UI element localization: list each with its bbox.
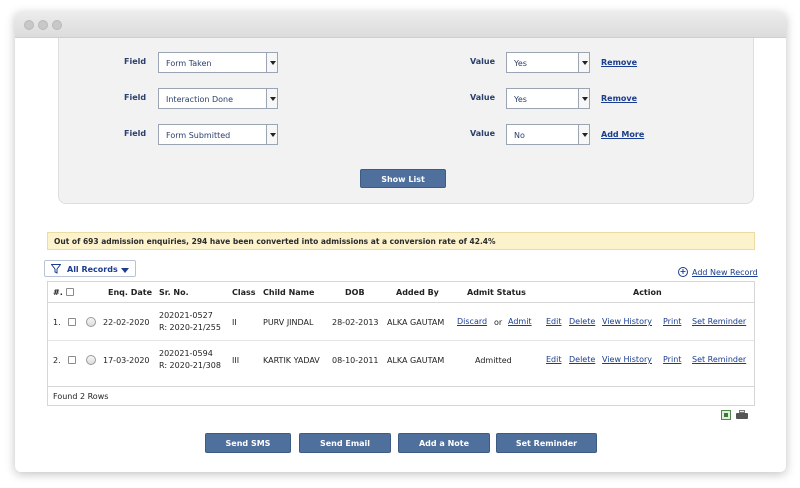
sr-no: 202021-0594 <box>159 349 213 358</box>
field-label: Field <box>124 57 147 66</box>
row-number: 1. <box>53 318 61 327</box>
child-name: PURV JINDAL <box>263 318 314 327</box>
send-email-button[interactable]: Send Email <box>299 433 391 453</box>
value-select-1[interactable]: Yes <box>506 52 590 73</box>
print-link[interactable]: Print <box>663 317 681 326</box>
header-child-name: Child Name <box>263 288 315 297</box>
discard-link[interactable]: Discard <box>457 317 487 326</box>
field-label: Field <box>124 93 147 102</box>
all-records-label: All Records <box>67 265 118 274</box>
view-history-link[interactable]: View History <box>602 355 652 364</box>
header-admit-status: Admit Status <box>467 288 526 297</box>
printer-icon[interactable] <box>736 410 748 420</box>
chevron-down-icon <box>266 125 277 144</box>
field-select-1[interactable]: Form Taken <box>158 52 278 73</box>
print-link[interactable]: Print <box>663 355 681 364</box>
value-label: Value <box>470 93 496 102</box>
value-select-value: Yes <box>514 59 527 68</box>
set-reminder-link[interactable]: Set Reminder <box>692 317 746 326</box>
remove-filter-link-1[interactable]: Remove <box>601 58 637 67</box>
value-label: Value <box>470 129 496 138</box>
or-text: or <box>494 318 503 327</box>
value-select-value: Yes <box>514 95 527 104</box>
all-records-dropdown[interactable]: All Records <box>44 260 136 277</box>
value-select-value: No <box>514 131 525 140</box>
class: III <box>232 356 240 365</box>
browser-window: Field Form Taken Value Yes Remove Field … <box>15 12 786 472</box>
value-select-3[interactable]: No <box>506 124 590 145</box>
row-checkbox[interactable] <box>68 356 76 364</box>
row-number: 2. <box>53 356 61 365</box>
admit-status: Admitted <box>475 356 512 365</box>
chevron-down-icon <box>578 125 589 144</box>
set-reminder-link[interactable]: Set Reminder <box>692 355 746 364</box>
header-added-by: Added By <box>396 288 439 297</box>
dob: 08-10-2011 <box>332 356 379 365</box>
filter-panel: Field Form Taken Value Yes Remove Field … <box>58 38 754 204</box>
admit-link[interactable]: Admit <box>508 317 532 326</box>
row-radio[interactable] <box>86 317 96 327</box>
page-content: Field Form Taken Value Yes Remove Field … <box>15 38 786 472</box>
header-class: Class <box>232 288 256 297</box>
caret-down-icon <box>121 268 129 273</box>
add-note-button[interactable]: Add a Note <box>398 433 490 453</box>
filter-row-1: Field Form Taken Value Yes Remove <box>59 52 753 74</box>
added-by: ALKA GAUTAM <box>387 356 445 365</box>
reg-no: R: 2020-21/308 <box>159 361 221 370</box>
window-zoom-dot[interactable] <box>52 20 62 30</box>
send-sms-button[interactable]: Send SMS <box>205 433 291 453</box>
add-new-record-link[interactable]: Add New Record <box>692 268 758 277</box>
plus-circle-icon: + <box>678 267 688 277</box>
added-by: ALKA GAUTAM <box>387 318 445 327</box>
header-dob: DOB <box>345 288 365 297</box>
field-select-value: Interaction Done <box>166 95 233 104</box>
rows-found-footer: Found 2 Rows <box>47 386 755 406</box>
field-select-2[interactable]: Interaction Done <box>158 88 278 109</box>
conversion-banner: Out of 693 admission enquiries, 294 have… <box>47 232 755 250</box>
field-select-value: Form Taken <box>166 59 212 68</box>
show-list-button[interactable]: Show List <box>360 169 446 188</box>
child-name: KARTIK YADAV <box>263 356 320 365</box>
enq-date: 17-03-2020 <box>103 356 150 365</box>
value-select-2[interactable]: Yes <box>506 88 590 109</box>
field-select-value: Form Submitted <box>166 131 231 140</box>
value-label: Value <box>470 57 496 66</box>
funnel-icon <box>51 264 61 274</box>
class: II <box>232 318 237 327</box>
select-all-checkbox[interactable] <box>66 288 74 296</box>
title-bar <box>15 12 786 38</box>
header-num: #. <box>53 288 63 297</box>
reg-no: R: 2020-21/255 <box>159 323 221 332</box>
window-close-dot[interactable] <box>24 20 34 30</box>
chevron-down-icon <box>578 53 589 72</box>
chevron-down-icon <box>266 89 277 108</box>
sr-no: 202021-0527 <box>159 311 213 320</box>
dob: 28-02-2013 <box>332 318 379 327</box>
delete-link[interactable]: Delete <box>569 355 595 364</box>
field-select-3[interactable]: Form Submitted <box>158 124 278 145</box>
row-checkbox[interactable] <box>68 318 76 326</box>
row-radio[interactable] <box>86 355 96 365</box>
filter-row-2: Field Interaction Done Value Yes Remove <box>59 88 753 110</box>
window-minimize-dot[interactable] <box>38 20 48 30</box>
excel-export-icon[interactable] <box>721 410 731 420</box>
edit-link[interactable]: Edit <box>546 355 562 364</box>
chevron-down-icon <box>266 53 277 72</box>
delete-link[interactable]: Delete <box>569 317 595 326</box>
set-reminder-button[interactable]: Set Reminder <box>496 433 597 453</box>
enq-date: 22-02-2020 <box>103 318 150 327</box>
filter-row-3: Field Form Submitted Value No Add More <box>59 124 753 146</box>
header-sr-no: Sr. No. <box>159 288 189 297</box>
table-row: 1. 22-02-2020 202021-0527 R: 2020-21/255… <box>48 303 754 341</box>
field-label: Field <box>124 129 147 138</box>
view-history-link[interactable]: View History <box>602 317 652 326</box>
remove-filter-link-2[interactable]: Remove <box>601 94 637 103</box>
chevron-down-icon <box>578 89 589 108</box>
table-row: 2. 17-03-2020 202021-0594 R: 2020-21/308… <box>48 341 754 379</box>
header-action: Action <box>633 288 662 297</box>
header-enq-date: Enq. Date <box>108 288 152 297</box>
records-table: #. Enq. Date Sr. No. Class Child Name DO… <box>47 281 755 393</box>
edit-link[interactable]: Edit <box>546 317 562 326</box>
add-more-link[interactable]: Add More <box>601 130 644 139</box>
